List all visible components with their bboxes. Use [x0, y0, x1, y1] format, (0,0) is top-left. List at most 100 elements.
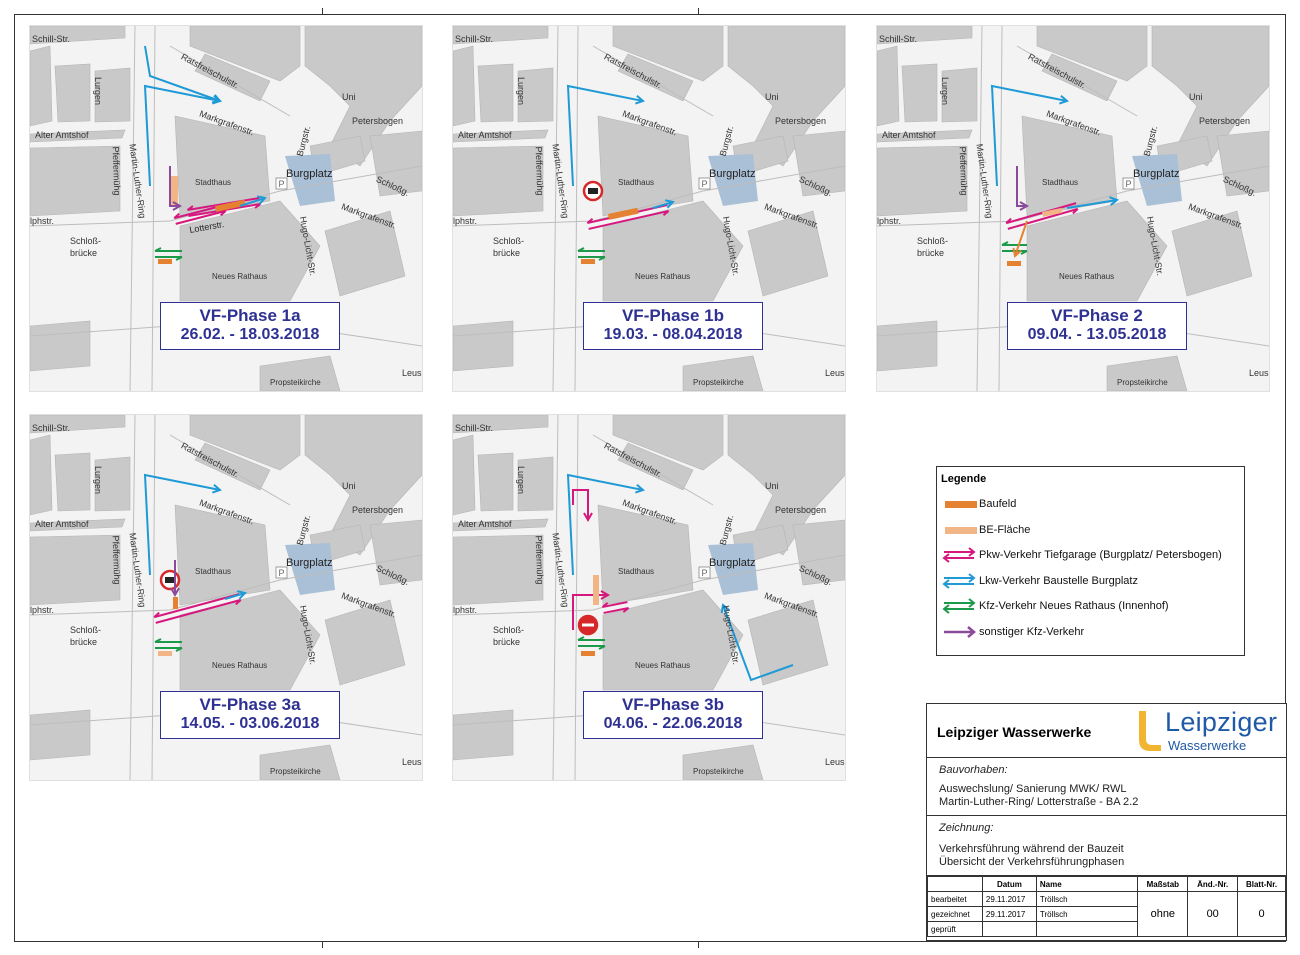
baufeld	[581, 259, 595, 264]
phase-dates: 19.03. - 08.04.2018	[603, 326, 743, 343]
street-label: Lurgen	[516, 76, 527, 106]
street-label: lphstr.	[453, 605, 478, 615]
street-label: Petersbogen	[775, 116, 827, 126]
name-cell: Tröllsch	[1035, 891, 1139, 907]
street-label: brücke	[493, 248, 521, 258]
legend-item: Lkw-Verkehr Baustelle Burgplatz	[941, 573, 1138, 589]
be-flaeche	[158, 651, 172, 656]
massstab-value: ohne	[1137, 891, 1189, 937]
phase-box: VF-Phase 3b 04.06. - 22.06.2018	[583, 691, 763, 739]
legend-label: Kfz-Verkehr Neues Rathaus (Innenhof)	[979, 600, 1169, 612]
legend-label: Pkw-Verkehr Tiefgarage (Burgplatz/ Peter…	[979, 549, 1222, 561]
frame-tick	[322, 941, 323, 948]
street-label: Propsteikirche	[270, 767, 321, 776]
baufeld	[173, 597, 178, 609]
aend-value: 00	[1187, 891, 1239, 937]
burgplatz-label: Burgplatz	[286, 557, 333, 569]
street-label: Uni	[342, 92, 356, 102]
role-cell: geprüft	[927, 921, 983, 937]
street-label: Neues Rathaus	[1059, 272, 1115, 281]
street-label: Lurgen	[516, 465, 527, 495]
name-cell: Tröllsch	[1035, 906, 1139, 922]
frame-tick	[322, 8, 323, 15]
blatt-value: 0	[1237, 891, 1286, 937]
zeichnung-section: Zeichnung: Verkehrsführung während der B…	[927, 816, 1286, 876]
phase-title: VF-Phase 1b	[621, 306, 725, 325]
zeichnung-label: Zeichnung:	[939, 822, 994, 834]
legend-label: Baufeld	[979, 498, 1017, 510]
street-label: Neues Rathaus	[212, 272, 268, 281]
green-double-arrow-icon	[941, 598, 977, 614]
street-label: Stadthaus	[195, 178, 232, 187]
street-label: Petersbogen	[352, 505, 404, 515]
street-label: Alter Amtshof	[35, 519, 89, 529]
phase-map-2: P Schill-Str. Ratsfreischulstr. Markgraf…	[452, 25, 846, 392]
street-label: Alter Amtshof	[458, 130, 512, 140]
street-label: Uni	[765, 481, 779, 491]
street-label: Lurgen	[93, 465, 104, 495]
street-label: Schill-Str.	[32, 34, 71, 44]
frame-tick	[698, 941, 699, 948]
no-trucks-sign-icon	[159, 569, 181, 591]
legend-item: Kfz-Verkehr Neues Rathaus (Innenhof)	[941, 598, 1169, 614]
date-cell: 29.11.2017	[981, 906, 1037, 922]
street-label: Stadthaus	[1042, 178, 1079, 187]
street-label: Pfeffermühg	[110, 535, 123, 585]
phase-dates: 09.04. - 13.05.2018	[1027, 326, 1167, 343]
street-label: Leus	[1249, 368, 1269, 378]
street-label: Petersbogen	[1199, 116, 1251, 126]
street-label: lphstr.	[877, 216, 902, 226]
street-label: Schloß-	[917, 236, 949, 246]
phase-title: VF-Phase 3a	[199, 695, 301, 714]
header-massstab: Maßstab	[1137, 876, 1189, 892]
street-label: Schloß-	[70, 625, 102, 635]
baufeld	[158, 259, 172, 264]
legend-item: sonstiger Kfz-Verkehr	[941, 624, 1084, 640]
legend-title: Legende	[941, 473, 987, 485]
blue-double-arrow-icon	[941, 573, 977, 589]
phase-title: VF-Phase 1a	[199, 306, 301, 325]
bauvorhaben-line: Auswechslung/ Sanierung MWK/ RWL	[939, 783, 1127, 795]
street-label: lphstr.	[453, 216, 478, 226]
zeichnung-line: Verkehrsführung während der Bauzeit	[939, 843, 1124, 855]
orange-bar-icon	[941, 496, 977, 512]
header-name: Name	[1035, 876, 1139, 892]
logo-l-icon	[1139, 711, 1161, 751]
magenta-double-arrow-icon	[941, 547, 977, 563]
street-label: Pfeffermühg	[957, 146, 970, 196]
street-label: Pfeffermühg	[533, 535, 546, 585]
burgplatz-label: Burgplatz	[1133, 168, 1180, 180]
phase-title: VF-Phase 3b	[621, 695, 725, 714]
role-cell: bearbeitet	[927, 891, 983, 907]
street-label: lphstr.	[30, 605, 55, 615]
role-cell: gezeichnet	[927, 906, 983, 922]
street-label: Schloß-	[493, 236, 525, 246]
company-name: Leipziger Wasserwerke	[937, 724, 1092, 740]
street-label: Neues Rathaus	[635, 272, 691, 281]
street-label: brücke	[917, 248, 945, 258]
burgplatz-label: Burgplatz	[709, 168, 756, 180]
be-flaeche	[593, 575, 599, 605]
street-label: Lurgen	[940, 76, 951, 106]
no-trucks-sign-icon	[582, 180, 604, 202]
header-blatt: Blatt-Nr.	[1237, 876, 1286, 892]
legend-item: Pkw-Verkehr Tiefgarage (Burgplatz/ Peter…	[941, 547, 1222, 563]
street-label: brücke	[493, 637, 521, 647]
street-label: Pfeffermühg	[533, 146, 546, 196]
street-label: Neues Rathaus	[212, 661, 268, 670]
baufeld	[1007, 261, 1021, 266]
street-label: brücke	[70, 248, 98, 258]
street-label: Leus	[402, 368, 422, 378]
street-label: Schill-Str.	[879, 34, 918, 44]
phase-map-1: P Lotterstr. Schill-Str. Ratsfreischulstr…	[29, 25, 423, 392]
no-entry-sign-icon	[577, 614, 599, 636]
phase-box: VF-Phase 1a 26.02. - 18.03.2018	[160, 302, 340, 350]
phase-box: VF-Phase 3a 14.05. - 03.06.2018	[160, 691, 340, 739]
street-label: Schill-Str.	[32, 423, 71, 433]
street-label: Pfeffermühg	[110, 146, 123, 196]
phase-box: VF-Phase 1b 19.03. - 08.04.2018	[583, 302, 763, 350]
date-cell: 29.11.2017	[981, 891, 1037, 907]
leipziger-logo: Leipziger Wasserwerke	[1135, 707, 1281, 753]
street-label: Lurgen	[93, 76, 104, 106]
burgplatz-label: Burgplatz	[709, 557, 756, 569]
